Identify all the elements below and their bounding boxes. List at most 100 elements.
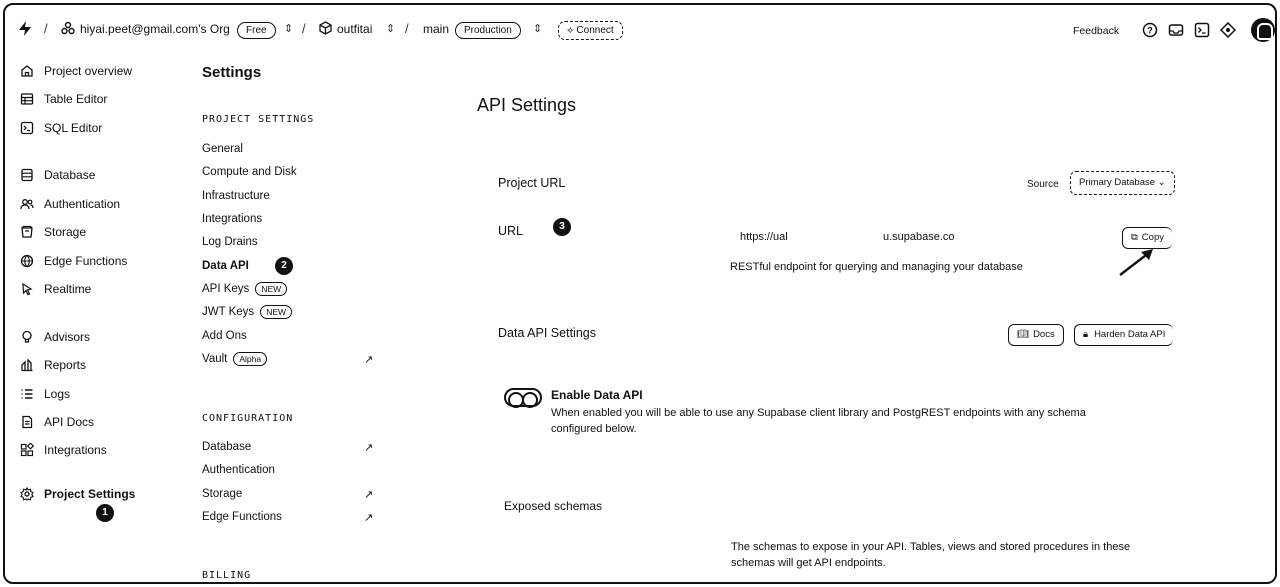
connect-button[interactable]: ⟡ Connect xyxy=(558,21,623,40)
settings-item-api-keys[interactable]: API Keys NEW xyxy=(202,282,288,296)
breadcrumb-separator: / xyxy=(405,21,409,36)
copy-icon: ⧉ xyxy=(1131,232,1138,243)
nav-table-editor[interactable]: Table Editor xyxy=(19,89,107,109)
settings-item-log-drains[interactable]: Log Drains xyxy=(202,235,258,249)
chevron-down-icon: ⌄ xyxy=(1157,177,1166,188)
settings-item-compute-disk[interactable]: Compute and Disk xyxy=(202,165,297,179)
docs-button[interactable]: 📖︎ Docs xyxy=(1008,324,1064,346)
settings-item-add-ons[interactable]: Add Ons xyxy=(202,329,247,343)
plan-badge: Free xyxy=(237,22,276,39)
step-marker-3: 3 xyxy=(553,218,571,236)
settings-title: Settings xyxy=(202,64,262,81)
top-bar: / hiyai.peet@gmail.com's Org Free ⇕ / ou… xyxy=(5,5,1275,53)
url-value-end: u.supabase.co xyxy=(883,231,955,243)
branch-name[interactable]: main xyxy=(423,19,449,39)
nav-label: Authentication xyxy=(44,197,121,211)
user-avatar[interactable] xyxy=(1251,18,1275,42)
step-marker-1: 1 xyxy=(96,504,114,522)
nav-storage[interactable]: Storage xyxy=(19,222,86,242)
branch-switcher-icon[interactable]: ⇕ xyxy=(533,19,542,39)
step-marker-2: 2 xyxy=(275,257,293,275)
assistant-diamond-icon[interactable] xyxy=(1219,21,1237,39)
billing-header: BILLING xyxy=(202,570,252,581)
book-icon: 📖︎ xyxy=(1017,329,1030,340)
pointer-icon xyxy=(19,281,35,297)
org-name[interactable]: hiyai.peet@gmail.com's Org xyxy=(80,19,230,39)
external-link-icon: ↗ xyxy=(364,442,374,454)
settings-item-config-database[interactable]: Database xyxy=(202,440,251,454)
settings-item-config-storage[interactable]: Storage xyxy=(202,487,242,501)
settings-item-config-edge-functions[interactable]: Edge Functions xyxy=(202,510,282,524)
nav-integrations[interactable]: Integrations xyxy=(19,440,107,460)
feedback-button[interactable]: Feedback xyxy=(1073,21,1119,41)
org-switcher-icon[interactable]: ⇕ xyxy=(284,19,293,39)
gear-icon xyxy=(19,486,35,502)
nav-database[interactable]: Database xyxy=(19,165,95,185)
project-box-icon xyxy=(319,19,332,39)
settings-item-jwt-keys[interactable]: JWT Keys NEW xyxy=(202,305,293,319)
enable-data-api-description: When enabled you will be able to use any… xyxy=(551,407,1086,435)
url-label: URL xyxy=(498,224,524,238)
alpha-badge: Alpha xyxy=(233,352,268,366)
doc-icon xyxy=(19,414,35,430)
archive-icon xyxy=(19,224,35,240)
nav-label: API Docs xyxy=(44,415,95,429)
nav-logs[interactable]: Logs xyxy=(19,384,70,404)
nav-label: Database xyxy=(44,168,96,182)
harden-data-api-button[interactable]: 🔒︎ Harden Data API xyxy=(1074,324,1174,346)
page-title: API Settings xyxy=(477,95,577,115)
nav-api-docs[interactable]: API Docs xyxy=(19,412,94,432)
data-api-settings-heading: Data API Settings xyxy=(498,326,596,340)
supabase-logo-icon[interactable] xyxy=(17,20,33,43)
project-url-heading: Project URL xyxy=(498,176,566,190)
nav-label: Table Editor xyxy=(44,92,108,106)
lock-icon: 🔒︎ xyxy=(1083,329,1089,340)
nav-label: Logs xyxy=(44,387,71,401)
external-link-icon: ↗ xyxy=(364,489,374,501)
plug-icon: ⟡ xyxy=(567,25,574,36)
nav-edge-functions[interactable]: Edge Functions xyxy=(19,251,127,271)
settings-item-vault[interactable]: Vault Alpha xyxy=(202,352,268,366)
help-icon[interactable]: ? xyxy=(1142,22,1158,38)
settings-item-integrations[interactable]: Integrations xyxy=(202,212,262,226)
nav-project-settings[interactable]: Project Settings xyxy=(19,484,135,504)
home-icon xyxy=(19,63,35,79)
svg-text:?: ? xyxy=(1147,26,1153,36)
nav-label: Advisors xyxy=(44,330,91,344)
database-icon xyxy=(19,167,35,183)
settings-item-general[interactable]: General xyxy=(202,142,243,156)
project-name[interactable]: outfitai xyxy=(337,19,372,39)
nav-reports[interactable]: Reports xyxy=(19,355,86,375)
settings-item-infrastructure[interactable]: Infrastructure xyxy=(202,189,270,203)
inbox-icon[interactable] xyxy=(1168,22,1184,38)
external-link-icon: ↗ xyxy=(364,512,374,524)
configuration-header: CONFIGURATION xyxy=(202,413,294,424)
project-settings-header: PROJECT SETTINGS xyxy=(202,114,315,125)
nav-sql-editor[interactable]: SQL Editor xyxy=(19,118,102,138)
url-value-start: https://ual xyxy=(740,231,788,243)
nav-authentication[interactable]: Authentication xyxy=(19,194,120,214)
pointer-arrow-icon xyxy=(1119,249,1153,276)
list-icon xyxy=(19,386,35,402)
exposed-schemas-description: The schemas to expose in your API. Table… xyxy=(731,541,1131,569)
external-link-icon: ↗ xyxy=(364,354,374,366)
blocks-icon xyxy=(19,442,35,458)
terminal-icon[interactable] xyxy=(1194,22,1210,38)
nav-advisors[interactable]: Advisors xyxy=(19,327,90,347)
table-icon xyxy=(19,91,35,107)
nav-label: Integrations xyxy=(44,443,107,457)
nav-label: SQL Editor xyxy=(44,121,103,135)
settings-item-config-authentication[interactable]: Authentication xyxy=(202,463,275,477)
settings-item-data-api[interactable]: Data API xyxy=(202,259,249,273)
nav-label: Project overview xyxy=(44,64,133,78)
nav-label: Project Settings xyxy=(44,487,136,501)
enable-data-api-toggle[interactable] xyxy=(504,388,542,408)
project-switcher-icon[interactable]: ⇕ xyxy=(386,19,395,39)
new-badge: NEW xyxy=(260,305,293,319)
source-select[interactable]: Primary Database ⌄ xyxy=(1070,171,1175,195)
nav-realtime[interactable]: Realtime xyxy=(19,279,91,299)
env-badge: Production xyxy=(455,22,521,39)
breadcrumb-separator: / xyxy=(302,21,306,36)
org-icon xyxy=(61,19,75,39)
nav-project-overview[interactable]: Project overview xyxy=(19,61,132,81)
